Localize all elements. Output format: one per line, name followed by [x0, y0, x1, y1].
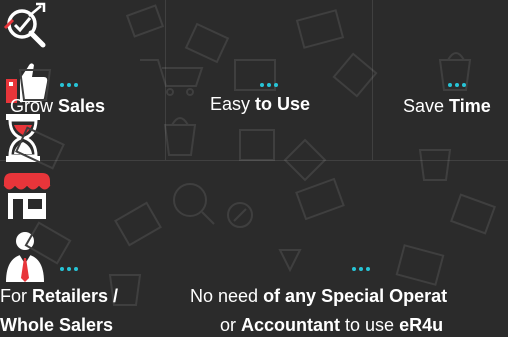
- dots-divider: [446, 80, 467, 90]
- dots-divider: [350, 264, 371, 274]
- feature-label: Grow Sales: [10, 96, 106, 116]
- feature-label-line2: Whole Salers: [0, 315, 114, 335]
- dots-divider: [58, 264, 79, 274]
- feature-label: Save Time: [403, 96, 491, 116]
- grid-divider: [165, 0, 166, 160]
- dots-divider: [58, 80, 79, 90]
- grid-divider: [0, 160, 508, 161]
- grid-divider: [372, 0, 373, 160]
- feature-label: Easy to Use: [210, 94, 311, 114]
- feature-label-line1: No need of any Special Operat: [190, 286, 448, 306]
- dots-divider: [258, 80, 279, 90]
- feature-label-line2: or Accountant to use eR4u: [220, 315, 444, 335]
- feature-label-line1: For Retailers /: [0, 286, 119, 306]
